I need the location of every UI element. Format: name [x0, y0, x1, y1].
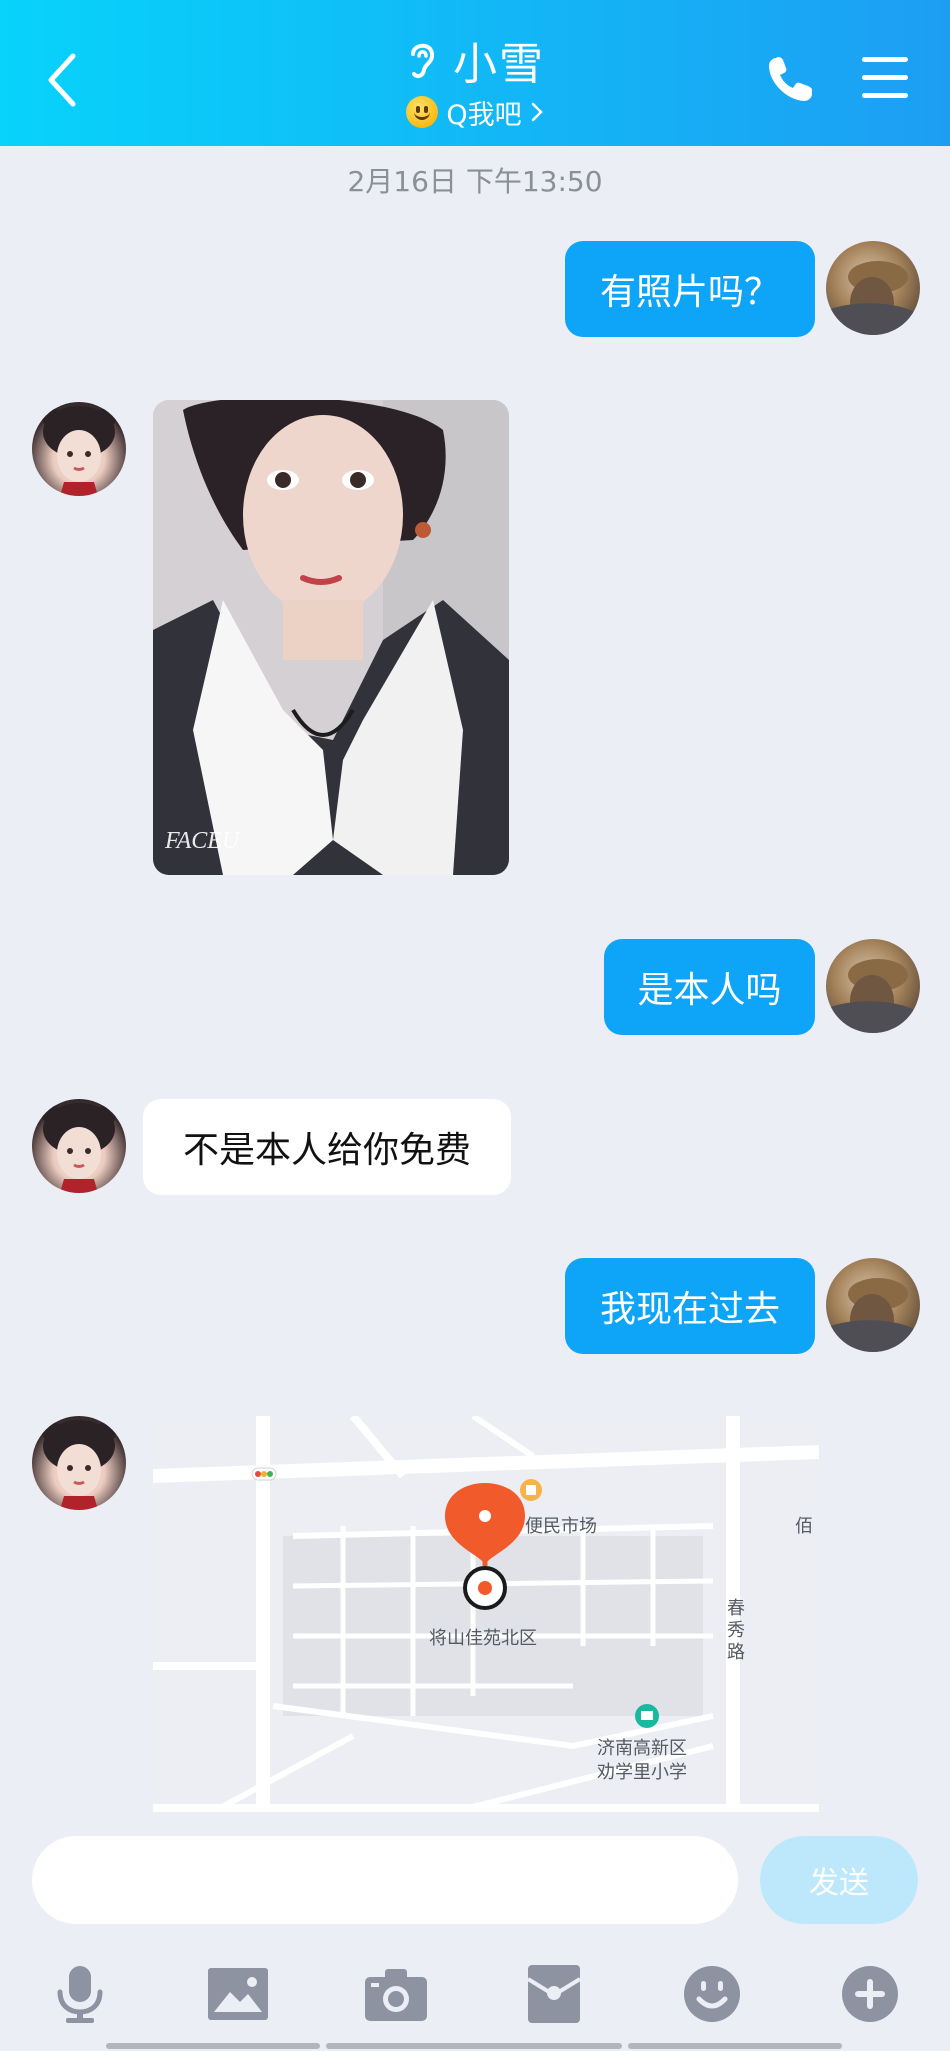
contact-avatar[interactable] — [32, 1416, 126, 1510]
contact-signature: Q我吧 — [446, 99, 522, 131]
plus-icon — [842, 1966, 898, 2022]
more-options-button[interactable] — [838, 1962, 902, 2026]
page-indicator — [628, 2043, 842, 2049]
call-button[interactable] — [762, 52, 818, 108]
microphone-icon — [57, 1966, 103, 2023]
my-avatar[interactable] — [826, 939, 920, 1033]
phone-icon — [769, 57, 812, 101]
map-label-community: 将山佳苑北区 — [429, 1628, 537, 1649]
emoji-icon — [684, 1966, 740, 2022]
message-bubble-outgoing[interactable]: 我现在过去 — [565, 1258, 815, 1354]
map-label-school-line1: 济南高新区 — [597, 1738, 687, 1759]
page-indicator — [106, 2043, 320, 2049]
message-bubble-outgoing[interactable]: 是本人吗 — [604, 939, 815, 1035]
message-bubble-outgoing[interactable]: 有照片吗？ — [565, 241, 815, 337]
map-label-market: 便民市场 — [525, 1516, 597, 1537]
message-timestamp: 2月16日 下午13:50 — [347, 165, 603, 198]
send-button[interactable]: 发送 — [760, 1836, 918, 1924]
image-icon — [208, 1968, 268, 2020]
chat-header: 小雪 Q我吧 — [0, 0, 950, 146]
emoji-button[interactable] — [680, 1962, 744, 2026]
shared-photo[interactable]: FACEU — [153, 400, 509, 875]
map-label-school-line2: 劝学里小学 — [597, 1762, 687, 1783]
map-canvas — [153, 1416, 819, 1812]
map-label-edge: 佰 — [795, 1516, 813, 1537]
message-bubble-incoming[interactable]: 不是本人给你免费 — [143, 1099, 511, 1195]
ear-icon — [411, 43, 435, 79]
location-map-card[interactable]: 便民市场 将山佳苑北区 济南高新区 劝学里小学 春秀路 佰 — [153, 1416, 819, 1812]
message-input[interactable] — [32, 1836, 738, 1924]
my-avatar[interactable] — [826, 1258, 920, 1352]
contact-avatar[interactable] — [32, 402, 126, 496]
photo-button[interactable] — [206, 1962, 270, 2026]
voice-button[interactable] — [48, 1962, 112, 2026]
photo-watermark: FACEU — [165, 828, 240, 854]
page-indicator — [326, 2043, 622, 2049]
smiley-icon — [406, 96, 439, 128]
contact-name: 小雪 — [453, 39, 545, 90]
camera-icon — [365, 1969, 427, 2021]
red-packet-icon — [528, 1965, 580, 2023]
map-label-road: 春秀路 — [727, 1598, 745, 1663]
contact-avatar[interactable] — [32, 1099, 126, 1193]
red-packet-button[interactable] — [522, 1962, 586, 2026]
camera-button[interactable] — [364, 1962, 428, 2026]
more-menu-button[interactable] — [860, 55, 912, 103]
my-avatar[interactable] — [826, 241, 920, 335]
chevron-right-icon — [531, 102, 543, 122]
